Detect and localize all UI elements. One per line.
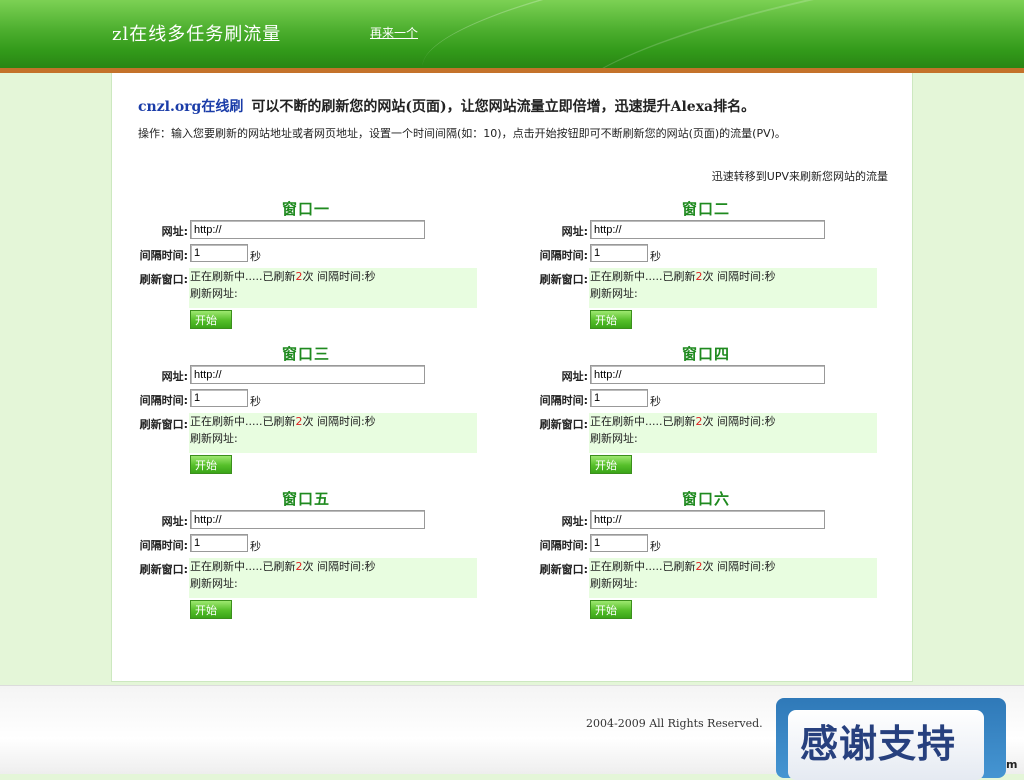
status-suffix: 次 间隔时间:秒	[702, 415, 776, 428]
interval-input[interactable]	[590, 244, 648, 262]
seconds-unit: 秒	[250, 395, 261, 408]
url-input[interactable]	[190, 510, 425, 529]
url-input[interactable]	[590, 510, 825, 529]
url-label: 网址:	[161, 225, 188, 238]
url-label: 网址:	[161, 370, 188, 383]
status-box: 正在刷新中.....已刷新2次 间隔时间:秒 刷新网址:	[589, 268, 877, 308]
status-box: 正在刷新中.....已刷新2次 间隔时间:秒 刷新网址:	[589, 413, 877, 453]
interval-input[interactable]	[190, 534, 248, 552]
refresh-url-text: 刷新网址:	[590, 287, 638, 300]
thanks-text: 感谢支持	[788, 710, 984, 780]
status-suffix: 次 间隔时间:秒	[702, 560, 776, 573]
url-label: 网址:	[561, 515, 588, 528]
intro-heading: cnzl.org在线刷 可以不断的刷新您的网站(页面)，让您网站流量立即倍增，迅速…	[138, 96, 755, 116]
start-button[interactable]: 开始	[590, 310, 632, 329]
status-prefix: 正在刷新中.....已刷新	[190, 415, 296, 428]
status-box: 正在刷新中.....已刷新2次 间隔时间:秒 刷新网址:	[189, 268, 477, 308]
window-title: 窗口二	[682, 200, 731, 218]
thanks-banner[interactable]: 感谢支持	[776, 698, 1006, 780]
site-footer: 2004-2009 All Rights Reserved. 感谢支持 m	[0, 685, 1024, 780]
interval-label: 间隔时间:	[139, 394, 188, 407]
window-title: 窗口六	[682, 490, 731, 508]
interval-input[interactable]	[590, 534, 648, 552]
status-prefix: 正在刷新中.....已刷新	[590, 560, 696, 573]
start-button[interactable]: 开始	[590, 455, 632, 474]
url-input[interactable]	[190, 220, 425, 239]
refresh-window-label: 刷新窗口:	[539, 273, 588, 286]
interval-input[interactable]	[190, 244, 248, 262]
status-line: 正在刷新中.....已刷新2次 间隔时间:秒	[189, 268, 477, 285]
interval-input[interactable]	[590, 389, 648, 407]
interval-label: 间隔时间:	[539, 394, 588, 407]
seconds-unit: 秒	[250, 540, 261, 553]
window-title: 窗口四	[682, 345, 731, 363]
refresh-window-label: 刷新窗口:	[539, 418, 588, 431]
url-label: 网址:	[561, 225, 588, 238]
upv-link[interactable]: 迅速转移到UPV来刷新您网站的流量	[712, 168, 888, 184]
status-prefix: 正在刷新中.....已刷新	[590, 270, 696, 283]
window-title: 窗口五	[282, 490, 331, 508]
interval-label: 间隔时间:	[139, 539, 188, 552]
refresh-window-5: 窗口五 网址: 间隔时间: 秒 刷新窗口: 正在刷新中.....已刷新2次 间隔…	[132, 488, 477, 623]
status-prefix: 正在刷新中.....已刷新	[590, 415, 696, 428]
status-line: 正在刷新中.....已刷新2次 间隔时间:秒	[589, 268, 877, 285]
main-panel: cnzl.org在线刷 可以不断的刷新您的网站(页面)，让您网站流量立即倍增，迅速…	[111, 73, 913, 682]
refresh-url-text: 刷新网址:	[590, 577, 638, 590]
status-line: 正在刷新中.....已刷新2次 间隔时间:秒	[589, 558, 877, 575]
status-suffix: 次 间隔时间:秒	[302, 270, 376, 283]
status-line: 正在刷新中.....已刷新2次 间隔时间:秒	[589, 413, 877, 430]
status-suffix: 次 间隔时间:秒	[702, 270, 776, 283]
status-box: 正在刷新中.....已刷新2次 间隔时间:秒 刷新网址:	[589, 558, 877, 598]
url-input[interactable]	[590, 365, 825, 384]
start-button[interactable]: 开始	[190, 310, 232, 329]
again-link[interactable]: 再来一个	[370, 24, 418, 41]
status-box: 正在刷新中.....已刷新2次 间隔时间:秒 刷新网址:	[189, 558, 477, 598]
seconds-unit: 秒	[650, 540, 661, 553]
instructions-text: 操作：输入您要刷新的网站地址或者网页地址，设置一个时间间隔(如：10)，点击开始…	[138, 127, 786, 140]
status-line: 正在刷新中.....已刷新2次 间隔时间:秒	[189, 413, 477, 430]
interval-label: 间隔时间:	[539, 539, 588, 552]
status-box: 正在刷新中.....已刷新2次 间隔时间:秒 刷新网址:	[189, 413, 477, 453]
start-button[interactable]: 开始	[190, 600, 232, 619]
refresh-window-label: 刷新窗口:	[139, 563, 188, 576]
url-input[interactable]	[190, 365, 425, 384]
url-label: 网址:	[161, 515, 188, 528]
refresh-window-label: 刷新窗口:	[539, 563, 588, 576]
interval-label: 间隔时间:	[139, 249, 188, 262]
interval-label: 间隔时间:	[539, 249, 588, 262]
seconds-unit: 秒	[650, 395, 661, 408]
refresh-window-3: 窗口三 网址: 间隔时间: 秒 刷新窗口: 正在刷新中.....已刷新2次 间隔…	[132, 343, 477, 478]
refresh-window-4: 窗口四 网址: 间隔时间: 秒 刷新窗口: 正在刷新中.....已刷新2次 间隔…	[532, 343, 877, 478]
refresh-url-text: 刷新网址:	[190, 577, 238, 590]
refresh-window-2: 窗口二 网址: 间隔时间: 秒 刷新窗口: 正在刷新中.....已刷新2次 间隔…	[532, 198, 877, 333]
refresh-window-6: 窗口六 网址: 间隔时间: 秒 刷新窗口: 正在刷新中.....已刷新2次 间隔…	[532, 488, 877, 623]
status-prefix: 正在刷新中.....已刷新	[190, 560, 296, 573]
refresh-url-text: 刷新网址:	[590, 432, 638, 445]
url-label: 网址:	[561, 370, 588, 383]
status-suffix: 次 间隔时间:秒	[302, 415, 376, 428]
brand-text: cnzl.org在线刷	[138, 99, 244, 115]
copyright-text: 2004-2009 All Rights Reserved.	[586, 717, 763, 730]
start-button[interactable]: 开始	[190, 455, 232, 474]
seconds-unit: 秒	[650, 250, 661, 263]
start-button[interactable]: 开始	[590, 600, 632, 619]
refresh-url-text: 刷新网址:	[190, 287, 238, 300]
intro-text: 可以不断的刷新您的网站(页面)，让您网站流量立即倍增，迅速提升Alexa排名。	[251, 99, 756, 115]
seconds-unit: 秒	[250, 250, 261, 263]
refresh-window-1: 窗口一 网址: 间隔时间: 秒 刷新窗口: 正在刷新中.....已刷新2次 间隔…	[132, 198, 477, 333]
site-header: zl在线多任务刷流量 再来一个	[0, 0, 1024, 68]
window-title: 窗口三	[282, 345, 331, 363]
refresh-url-text: 刷新网址:	[190, 432, 238, 445]
status-line: 正在刷新中.....已刷新2次 间隔时间:秒	[189, 558, 477, 575]
interval-input[interactable]	[190, 389, 248, 407]
status-prefix: 正在刷新中.....已刷新	[190, 270, 296, 283]
site-title: zl在线多任务刷流量	[112, 24, 282, 45]
refresh-window-label: 刷新窗口:	[139, 273, 188, 286]
edge-text: m	[1006, 758, 1018, 771]
window-title: 窗口一	[282, 200, 331, 218]
url-input[interactable]	[590, 220, 825, 239]
status-suffix: 次 间隔时间:秒	[302, 560, 376, 573]
refresh-window-label: 刷新窗口:	[139, 418, 188, 431]
